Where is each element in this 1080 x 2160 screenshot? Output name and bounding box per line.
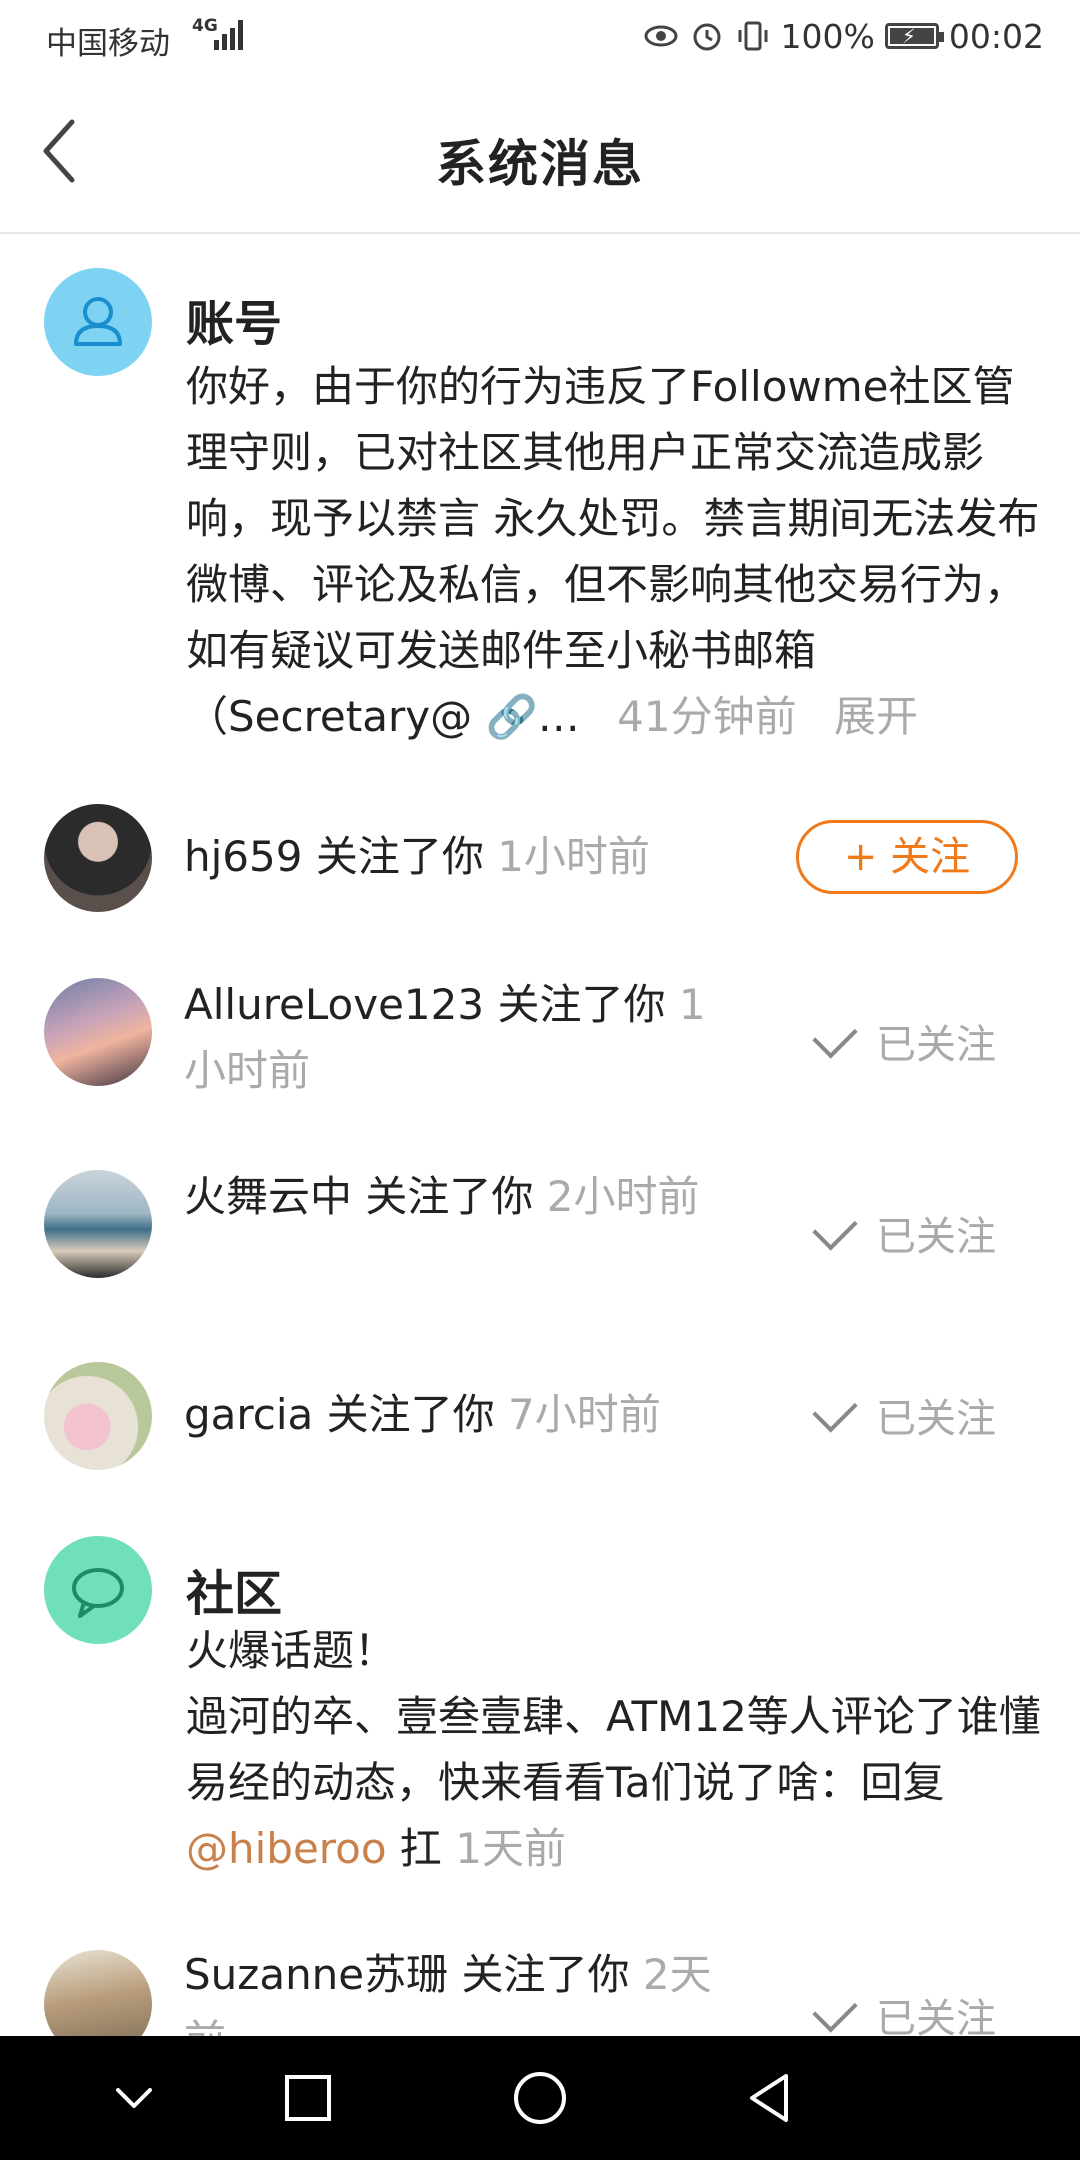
chat-bubble-icon [72, 1568, 124, 1618]
user-icon [74, 297, 122, 346]
sender-name: 账号 [186, 296, 283, 352]
follow-action: 关注了你 [497, 980, 666, 1029]
follow-action: 关注了你 [315, 832, 484, 881]
followed-label: 已关注 [876, 1022, 996, 1068]
username[interactable]: 火舞云中 [184, 1172, 352, 1221]
follow-text: AllureLove123 关注了你 1小时前 [184, 972, 724, 1104]
message-time: 1天前 [455, 1824, 566, 1873]
followed-label: 已关注 [876, 1396, 996, 1442]
message-item-follow[interactable]: garcia 关注了你 7小时前 已关注 [0, 1360, 1080, 1480]
link-icon[interactable]: 🔗 [485, 692, 537, 741]
mention-link[interactable]: @hiberoo [186, 1824, 387, 1873]
check-icon [812, 1205, 858, 1251]
clock: 00:02 [948, 16, 1044, 56]
check-icon [812, 1987, 858, 2033]
community-avatar[interactable] [44, 1536, 152, 1644]
follow-action: 关注了你 [365, 1172, 534, 1221]
user-avatar[interactable] [44, 804, 152, 912]
message-text: 你好，由于你的行为违反了Followme社区管理守则，已对社区其他用户正常交流造… [186, 362, 1040, 741]
followed-status[interactable]: 已关注 [812, 1012, 996, 1070]
username[interactable]: garcia [184, 1390, 313, 1439]
check-icon [812, 1013, 858, 1059]
follow-text: garcia 关注了你 7小时前 [184, 1382, 661, 1448]
battery-charging-icon: ⚡ [884, 23, 944, 49]
followed-status[interactable]: 已关注 [812, 1204, 996, 1262]
message-time: 1小时前 [497, 832, 650, 881]
followed-label: 已关注 [876, 1996, 996, 2036]
message-item-follow[interactable]: hj659 关注了你 1小时前 + 关注 [0, 800, 1080, 920]
follow-action: 关注了你 [461, 1950, 630, 1999]
follow-text: hj659 关注了你 1小时前 [184, 824, 650, 890]
message-time: 41分钟前 [617, 692, 797, 741]
status-icons: 100% ⚡ 00:02 [643, 14, 1044, 58]
message-text: 過河的卒、壹叁壹肆、ATM12等人评论了谁懂易经的动态，快来看看Ta们说了啥：回… [186, 1692, 1041, 1807]
message-item-account[interactable]: 账号 你好，由于你的行为违反了Followme社区管理守则，已对社区其他用户正常… [0, 262, 1080, 742]
message-body: 火爆话题！ 過河的卒、壹叁壹肆、ATM12等人评论了谁懂易经的动态，快来看看Ta… [186, 1618, 1044, 1882]
battery-percent: 100% [780, 16, 875, 56]
alarm-icon [693, 23, 721, 51]
headline: 火爆话题！ [186, 1626, 397, 1675]
vibrate-icon [738, 21, 768, 51]
signal-icon [214, 18, 248, 50]
account-avatar[interactable] [44, 268, 152, 376]
username[interactable]: Suzanne苏珊 [184, 1950, 448, 1999]
user-avatar[interactable] [44, 1170, 152, 1278]
carrier-label: 中国移动 [46, 26, 170, 62]
message-item-follow[interactable]: Suzanne苏珊 关注了你 2天前 已关注 [0, 1948, 1080, 2036]
message-item-follow[interactable]: 火舞云中 关注了你 2小时前 已关注 [0, 1168, 1080, 1308]
recents-square-icon[interactable] [274, 2064, 342, 2132]
system-nav-bar [0, 2036, 1080, 2160]
check-icon [812, 1387, 858, 1433]
message-time: 7小时前 [507, 1390, 661, 1439]
follow-text: 火舞云中 关注了你 2小时前 [184, 1164, 704, 1230]
header: 系统消息 [0, 76, 1080, 234]
follow-button[interactable]: + 关注 [796, 820, 1018, 894]
page-title: 系统消息 [436, 135, 644, 193]
followed-status[interactable]: 已关注 [812, 1986, 996, 2036]
username[interactable]: AllureLove123 [184, 980, 484, 1029]
ellipsis: … [537, 692, 580, 741]
expand-link[interactable]: 展开 [834, 692, 918, 741]
message-item-community[interactable]: 社区 火爆话题！ 過河的卒、壹叁壹肆、ATM12等人评论了谁懂易经的动态，快来看… [0, 1534, 1080, 1894]
username[interactable]: hj659 [184, 832, 302, 881]
sender-name: 社区 [186, 1566, 283, 1622]
user-avatar[interactable] [44, 1362, 152, 1470]
followed-label: 已关注 [876, 1214, 996, 1260]
message-body: 你好，由于你的行为违反了Followme社区管理守则，已对社区其他用户正常交流造… [186, 354, 1044, 750]
follow-text: Suzanne苏珊 关注了你 2天前 [184, 1948, 724, 2036]
eye-icon [644, 25, 678, 47]
message-item-follow[interactable]: AllureLove123 关注了你 1小时前 已关注 [0, 976, 1080, 1116]
message-time: 2小时前 [546, 1172, 700, 1221]
message-text-tail: 扛 [399, 1824, 442, 1873]
home-circle-icon[interactable] [506, 2064, 574, 2132]
status-bar: 中国移动 4G 100% ⚡ 00:02 [0, 0, 1080, 76]
back-triangle-icon[interactable] [736, 2064, 804, 2132]
chevron-down-icon[interactable] [100, 2064, 168, 2132]
user-avatar[interactable] [44, 978, 152, 1086]
follow-action: 关注了你 [326, 1390, 495, 1439]
user-avatar[interactable] [44, 1950, 152, 2036]
followed-status[interactable]: 已关注 [812, 1386, 996, 1444]
